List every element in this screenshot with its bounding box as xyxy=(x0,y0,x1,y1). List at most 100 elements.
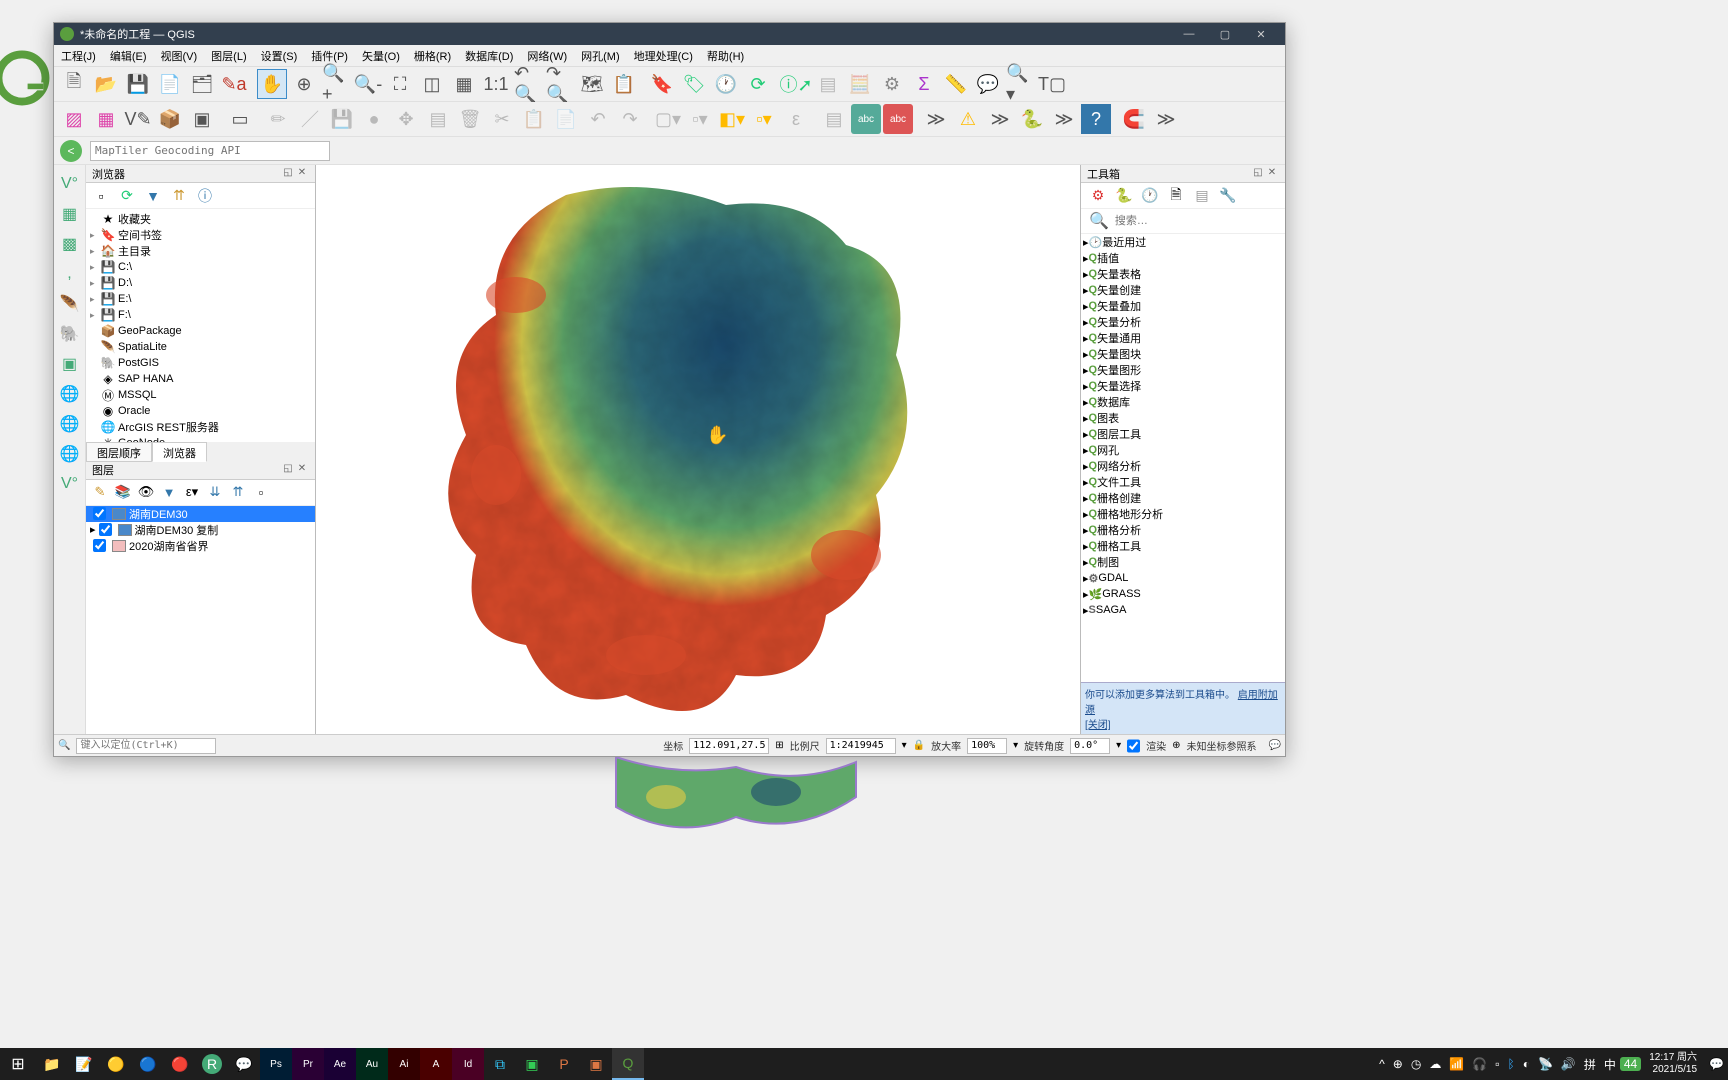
save-project-icon[interactable]: 💾 xyxy=(123,69,153,99)
tray-bt-icon[interactable]: ᛒ xyxy=(1503,1057,1518,1071)
add-layer-icon[interactable]: ▫ xyxy=(90,185,112,207)
text-annotation-icon[interactable]: T▢ xyxy=(1037,69,1067,99)
toolbox-row[interactable]: ▸Q文件工具 xyxy=(1081,474,1285,490)
minimize-button[interactable]: — xyxy=(1171,23,1207,45)
tb-model-icon[interactable]: ⚙ xyxy=(1087,185,1109,207)
layer-list[interactable]: 湖南DEM30▸湖南DEM30 复制2020湖南省省界 xyxy=(86,506,315,735)
browser-row[interactable]: 🐘PostGIS xyxy=(86,355,315,371)
layer-checkbox[interactable] xyxy=(99,523,112,536)
zoom-last-icon[interactable]: ↶🔍 xyxy=(513,69,543,99)
toolbox-row[interactable]: ▸Q栅格地形分析 xyxy=(1081,506,1285,522)
menu-vector[interactable]: 矢量(O) xyxy=(355,48,407,64)
abc-label-icon[interactable]: abc xyxy=(851,104,881,134)
pan-selection-icon[interactable]: ⊕ xyxy=(289,69,319,99)
browser-row[interactable]: ▸🔖空间书签 xyxy=(86,227,315,243)
python-icon[interactable]: 🐍 xyxy=(1017,104,1047,134)
browser-row[interactable]: ▸💾F:\ xyxy=(86,307,315,323)
toolbox-row[interactable]: ▸Q矢量选择 xyxy=(1081,378,1285,394)
browser-row[interactable]: 📦GeoPackage xyxy=(86,323,315,339)
layers-close-icon[interactable]: ✕ xyxy=(295,463,309,477)
pan-icon[interactable]: ✋ xyxy=(257,69,287,99)
tb-ae-icon[interactable]: Ae xyxy=(324,1048,356,1080)
new-layout-icon[interactable]: 📄 xyxy=(155,69,185,99)
layer-row[interactable]: 2020湖南省省界 xyxy=(86,538,315,554)
browser-row[interactable]: ▸💾E:\ xyxy=(86,291,315,307)
browser-row[interactable]: ◈SAP HANA xyxy=(86,371,315,387)
tab-layer-order[interactable]: 图层顺序 xyxy=(86,442,152,462)
tab-browser[interactable]: 浏览器 xyxy=(152,442,207,462)
crs-label[interactable]: 未知坐标参照系 xyxy=(1187,738,1257,753)
toolbox-row[interactable]: ▸🌿GRASS xyxy=(1081,586,1285,602)
menu-raster[interactable]: 栅格(R) xyxy=(407,48,458,64)
geocoding-input[interactable] xyxy=(90,141,330,161)
zoom-out-icon[interactable]: 🔍- xyxy=(353,69,383,99)
new-shapefile-icon[interactable]: V✎ xyxy=(123,104,153,134)
filter-browser-icon[interactable]: ▼ xyxy=(142,185,164,207)
toolbox-row[interactable]: ▸Q网孔 xyxy=(1081,442,1285,458)
toolbox-row[interactable]: ▸Q矢量创建 xyxy=(1081,282,1285,298)
menu-database[interactable]: 数据库(D) xyxy=(458,48,520,64)
select-tool3-icon[interactable]: ◧▾ xyxy=(717,104,747,134)
toolbox-row[interactable]: ▸Q矢量通用 xyxy=(1081,330,1285,346)
menu-layer[interactable]: 图层(L) xyxy=(204,48,253,64)
toolbox-row[interactable]: ▸Q数据库 xyxy=(1081,394,1285,410)
add-group-icon[interactable]: 📚 xyxy=(113,482,133,502)
stats-icon[interactable]: Σ xyxy=(909,69,939,99)
remove-layer-icon[interactable]: ▫ xyxy=(251,482,271,502)
tb-wechat-icon[interactable]: 💬 xyxy=(228,1048,260,1080)
new-spatialite-icon[interactable]: ▣ xyxy=(187,104,217,134)
help-icon[interactable]: ? xyxy=(1081,104,1111,134)
tray-clock[interactable]: 12:17 周六 2021/5/15 xyxy=(1641,1052,1705,1076)
tb-qgis-icon[interactable]: Q xyxy=(612,1048,644,1080)
tb-ps-icon[interactable]: Ps xyxy=(260,1048,292,1080)
refresh-icon[interactable]: ⟳ xyxy=(743,69,773,99)
zoom-native-icon[interactable]: 1:1 xyxy=(481,69,511,99)
toolbox-row[interactable]: ▸Q制图 xyxy=(1081,554,1285,570)
toolbox-tree[interactable]: ▸🕑最近用过▸Q插值▸Q矢量表格▸Q矢量创建▸Q矢量叠加▸Q矢量分析▸Q矢量通用… xyxy=(1081,234,1285,682)
v-raster-icon[interactable]: ▦ xyxy=(56,200,84,228)
magnet-icon[interactable]: 🧲 xyxy=(1119,104,1149,134)
tb-python-icon[interactable]: 🐍 xyxy=(1113,185,1135,207)
toolbox-close-icon[interactable]: ✕ xyxy=(1265,167,1279,181)
v-mesh-icon[interactable]: ▩ xyxy=(56,230,84,258)
tb-options-icon[interactable]: 🔧 xyxy=(1217,185,1239,207)
browser-row[interactable]: ▸💾D:\ xyxy=(86,275,315,291)
add-raster-icon[interactable]: ▦ xyxy=(91,104,121,134)
v-wcs-icon[interactable]: 🌐 xyxy=(56,410,84,438)
visibility-icon[interactable]: 👁 xyxy=(136,482,156,502)
zoom-full-icon[interactable]: ⛶ xyxy=(385,69,415,99)
menu-project[interactable]: 工程(J) xyxy=(54,48,103,64)
v-csv-icon[interactable]: , xyxy=(56,260,84,288)
tb-ppt-icon[interactable]: P xyxy=(548,1048,580,1080)
layer-checkbox[interactable] xyxy=(93,539,106,552)
browser-float-icon[interactable]: ◱ xyxy=(281,167,295,181)
warning-icon[interactable]: ⚠ xyxy=(953,104,983,134)
menu-edit[interactable]: 编辑(E) xyxy=(103,48,154,64)
processing-icon[interactable]: ⚙ xyxy=(877,69,907,99)
refresh-browser-icon[interactable]: ⟳ xyxy=(116,185,138,207)
map-canvas[interactable]: ✋ xyxy=(316,165,1080,734)
annotation-icon[interactable]: 🔍▾ xyxy=(1005,69,1035,99)
v-spatialite-icon[interactable]: 🪶 xyxy=(56,290,84,318)
collapse-all-icon[interactable]: ⇈ xyxy=(168,185,190,207)
layer-checkbox[interactable] xyxy=(93,507,106,520)
tray-up-icon[interactable]: ^ xyxy=(1375,1057,1389,1071)
add-vector-icon[interactable]: ▨ xyxy=(59,104,89,134)
open-project-icon[interactable]: 📂 xyxy=(91,69,121,99)
menu-settings[interactable]: 设置(S) xyxy=(254,48,305,64)
zoom-in-icon[interactable]: 🔍+ xyxy=(321,69,351,99)
v-vector-icon[interactable]: V° xyxy=(56,170,84,198)
tb-edge-icon[interactable]: 🔵 xyxy=(132,1048,164,1080)
tb-pr-icon[interactable]: Pr xyxy=(292,1048,324,1080)
more3-icon[interactable]: ≫ xyxy=(1049,104,1079,134)
scale-input[interactable] xyxy=(826,738,896,754)
messages-icon[interactable]: 💬 xyxy=(1263,740,1281,751)
render-checkbox[interactable] xyxy=(1127,738,1140,754)
toolbox-row[interactable]: ▸Q栅格分析 xyxy=(1081,522,1285,538)
tray-battery[interactable]: 44 xyxy=(1620,1057,1641,1071)
toolbox-row[interactable]: ▸Q栅格创建 xyxy=(1081,490,1285,506)
new-project-icon[interactable]: 🗎 xyxy=(59,69,89,99)
tb-explorer-icon[interactable]: 📁 xyxy=(36,1048,68,1080)
toolbox-row[interactable]: ▸Q矢量表格 xyxy=(1081,266,1285,282)
layer-row[interactable]: 湖南DEM30 xyxy=(86,506,315,522)
